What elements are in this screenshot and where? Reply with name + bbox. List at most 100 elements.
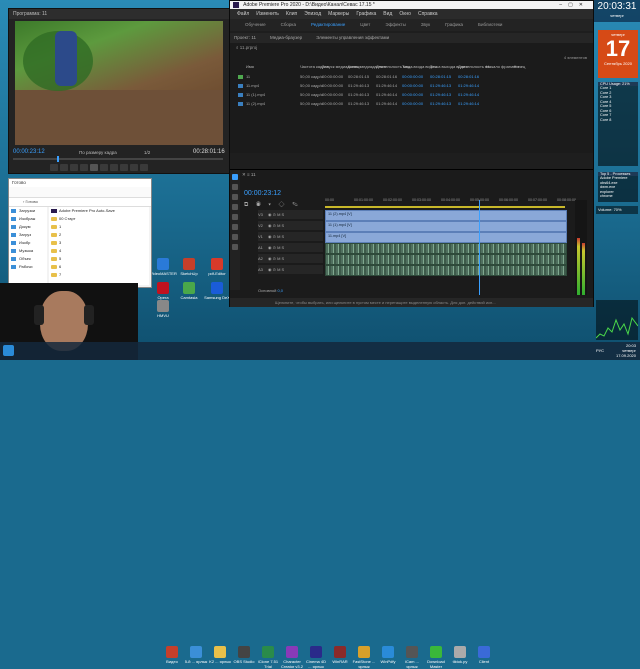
taskbar-app-icon[interactable] — [214, 646, 226, 658]
project-item-fps[interactable]: 50,00 кадр/с — [300, 91, 323, 99]
track-header[interactable]: A1 ◉ ⊙ M S — [258, 243, 323, 252]
nav-item[interactable]: Загрузки — [9, 207, 47, 215]
file-name[interactable]: 2 — [59, 232, 61, 237]
track-label[interactable]: V3 — [258, 212, 263, 217]
taskbar-item-label[interactable]: Character Creator v3.2 — [280, 659, 304, 669]
project-item-row[interactable]: 11 50,00 кадр/с 00:00:00:00 00:28:01:15 00:2… — [230, 73, 593, 81]
file-item[interactable]: Adobe Premiere Pro Auto-Save — [49, 207, 149, 215]
app-icon[interactable] — [211, 282, 223, 294]
project-item-row[interactable]: 11 (1).mp4 50,00 кадр/с 00:00:00:00 01:29:4… — [230, 91, 593, 99]
track-header[interactable]: A3 ◉ ⊙ M S — [258, 265, 323, 274]
desktop-icon-label[interactable]: pdf-Editor — [204, 271, 230, 276]
nav-item[interactable]: Изобр — [9, 239, 47, 247]
taskbar-app-icon[interactable] — [238, 646, 250, 658]
project-search[interactable]: ⌕ 11.prproj — [236, 45, 257, 50]
timeline-tab[interactable]: ✕ ≡ 11 — [242, 172, 322, 180]
project-item-fps[interactable]: 50,00 кадр/с — [300, 73, 323, 81]
menu-item[interactable]: Окно — [399, 11, 411, 17]
mark-out-button[interactable] — [60, 164, 68, 171]
taskbar-item-label[interactable]: WinPdfy — [376, 659, 400, 664]
file-item[interactable]: 2 — [49, 231, 149, 239]
menu-item[interactable]: Маркеры — [328, 11, 349, 17]
desktop-icon[interactable]: Opera — [150, 282, 176, 300]
taskbar-item-label[interactable]: OBS Studio — [232, 659, 256, 664]
taskbar-app-icon[interactable] — [334, 646, 346, 658]
track-label[interactable]: V1 — [258, 234, 263, 239]
project-item-row[interactable]: 11.mp4 50,00 кадр/с 00:00:00:00 01:29:46:13… — [230, 82, 593, 90]
folder-icon[interactable] — [51, 273, 57, 277]
project-item-start[interactable]: 00:00:00:00 — [322, 73, 343, 81]
folder-icon[interactable] — [11, 257, 16, 261]
go-to-out-button[interactable] — [110, 164, 118, 171]
project-tab[interactable]: Элементы управления эффектами — [316, 35, 389, 40]
file-name[interactable]: 00 Старт — [59, 216, 75, 221]
desktop-icon[interactable]: pdf-Editor — [204, 258, 230, 276]
project-item-vdur[interactable]: 01:29:46:14 — [458, 100, 479, 108]
cpu-core-row[interactable]: Core 8 — [598, 118, 638, 123]
workspace-tab[interactable]: Эффекты — [385, 22, 405, 27]
taskbar-item-label[interactable]: Видео — [160, 659, 184, 664]
go-to-in-button[interactable] — [70, 164, 78, 171]
fit-dropdown[interactable]: По размеру кадра — [79, 150, 117, 155]
taskbar-app-icon[interactable] — [310, 646, 322, 658]
nav-label[interactable]: Докум — [19, 224, 30, 229]
folder-icon[interactable] — [51, 257, 57, 261]
clip-color-label[interactable] — [238, 84, 243, 88]
taskbar-app-icon[interactable] — [382, 646, 394, 658]
menu-item[interactable]: Справка — [418, 11, 438, 17]
workspace-tab[interactable]: Цвет — [360, 22, 370, 27]
taskbar-item[interactable]: K2 ... ярлык — [208, 646, 232, 664]
track-header[interactable]: V2 ◉ ⊙ M S — [258, 221, 323, 230]
nav-item[interactable]: Музыка — [9, 247, 47, 255]
mark-in-button[interactable] — [50, 164, 58, 171]
hand-tool-icon[interactable] — [232, 234, 238, 240]
clip-label[interactable]: 11.mp4 [V] — [326, 234, 346, 238]
track-header[interactable]: V1 ◉ ⊙ M S — [258, 232, 323, 241]
timeline-clip[interactable] — [325, 243, 567, 254]
track-toggle-icons[interactable]: ◉ ⊙ M S — [267, 245, 284, 250]
folder-icon[interactable] — [11, 265, 16, 269]
export-frame-button[interactable] — [140, 164, 148, 171]
ruler-tick[interactable]: 00:01:00:00 — [354, 198, 373, 202]
work-area-bar[interactable] — [325, 206, 565, 208]
folder-icon[interactable] — [51, 233, 57, 237]
project-item-dur[interactable]: 01:29:46:14 — [376, 82, 397, 90]
track-header[interactable]: V3 ◉ ⊙ M S — [258, 210, 323, 219]
file-name[interactable]: 6 — [59, 264, 61, 269]
ripple-edit-tool-icon[interactable] — [232, 194, 238, 200]
volume-gadget[interactable]: Volume: 70% — [596, 206, 638, 214]
taskbar-item-label[interactable]: tiktok.py — [448, 659, 472, 664]
process-row[interactable]: chrome — [598, 194, 638, 199]
folder-icon[interactable] — [11, 217, 16, 221]
taskbar-item-label[interactable]: iClone 7.51 Trial — [256, 659, 280, 669]
project-item-in[interactable]: 00:00:00:00 — [402, 100, 423, 108]
menu-item[interactable]: Вид — [383, 11, 392, 17]
taskbar-app-icon[interactable] — [166, 646, 178, 658]
track-header[interactable]: A2 ◉ ⊙ M S — [258, 254, 323, 263]
nav-item[interactable]: Рабочи — [9, 263, 47, 271]
menu-item[interactable]: Эпизод — [304, 11, 321, 17]
ruler-tick[interactable]: 00:02:00:00 — [383, 198, 402, 202]
folder-icon[interactable] — [11, 209, 16, 213]
pen-tool-icon[interactable] — [232, 224, 238, 230]
timeline-clip[interactable]: 11.mp4 [V] — [325, 232, 567, 243]
ruler-tick[interactable]: 00:04:00:00 — [441, 198, 460, 202]
taskbar-item[interactable]: Client — [472, 646, 496, 664]
system-tray[interactable]: 20:03 четверг 17.09.2020 — [616, 343, 636, 358]
desktop-icon[interactable]: Camtasia — [176, 282, 202, 300]
folder-icon[interactable] — [11, 233, 16, 237]
desktop-icon-label[interactable]: Camtasia — [176, 295, 202, 300]
nav-label[interactable]: Загрузки — [19, 208, 35, 213]
project-item-row[interactable]: 11 (2).mp4 50,00 кадр/с 00:00:00:00 01:29:4… — [230, 100, 593, 108]
project-item-in[interactable]: 00:00:00:00 — [402, 73, 423, 81]
taskbar-item[interactable]: iCam ... ярлык — [400, 646, 424, 669]
project-item-vdur[interactable]: 01:29:46:14 — [458, 82, 479, 90]
project-item-name[interactable]: 11 (2).mp4 — [246, 100, 265, 108]
workspace-tab[interactable]: Сборка — [281, 22, 296, 27]
track-toggle-icons[interactable]: ◉ ⊙ M S — [267, 267, 284, 272]
nav-label[interactable]: Музыка — [19, 248, 33, 253]
taskbar-item-label[interactable]: Download Master — [424, 659, 448, 669]
nav-label[interactable]: Объек — [19, 256, 31, 261]
taskbar-item[interactable]: Character Creator v3.2 — [280, 646, 304, 669]
taskbar-item-label[interactable]: Cinema 4D ... ярлык — [304, 659, 328, 669]
